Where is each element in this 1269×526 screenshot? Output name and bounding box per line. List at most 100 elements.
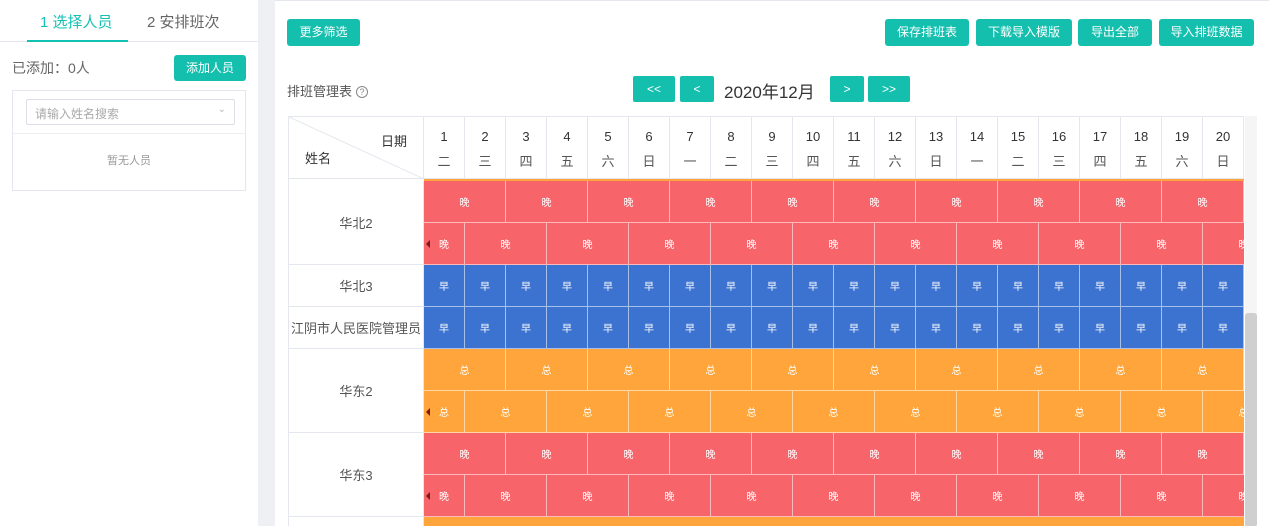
shift-cell[interactable]: 早	[670, 265, 711, 307]
shift-cell[interactable]: 晚	[629, 223, 711, 265]
prev-month-button[interactable]: <	[680, 76, 714, 102]
shift-cell[interactable]: 晚	[1203, 223, 1244, 265]
name-search-input[interactable]: 请输入姓名搜索 ⌄	[26, 99, 235, 125]
shift-cell[interactable]: 早	[588, 265, 629, 307]
shift-cell[interactable]: 总	[588, 349, 670, 391]
shift-cell[interactable]: 早	[1162, 265, 1203, 307]
shift-cell[interactable]: 早	[875, 307, 916, 349]
shift-cell[interactable]: 晚	[1039, 223, 1121, 265]
help-icon[interactable]: ?	[356, 86, 369, 98]
shift-cell[interactable]: 早	[506, 307, 547, 349]
day-header[interactable]: 9三	[752, 117, 793, 179]
shift-cell[interactable]: 晚	[1121, 223, 1203, 265]
day-header[interactable]: 4五	[547, 117, 588, 179]
shift-cell[interactable]: 早	[629, 265, 670, 307]
shift-cell[interactable]: 早	[1080, 265, 1121, 307]
shift-cell[interactable]: 晚	[834, 181, 916, 223]
shift-cell[interactable]: 早	[711, 307, 752, 349]
scrollbar-thumb[interactable]	[1245, 313, 1257, 526]
day-header[interactable]: 11 五	[834, 117, 875, 179]
shift-cell[interactable]: 早	[465, 265, 506, 307]
day-header[interactable]: 16 三	[1039, 117, 1080, 179]
shift-cell[interactable]: 总	[424, 349, 506, 391]
shift-cell[interactable]: 晚	[916, 181, 998, 223]
shift-cell[interactable]: 总	[1162, 349, 1244, 391]
shift-cell[interactable]	[424, 517, 1244, 526]
shift-cell[interactable]: 总	[793, 391, 875, 433]
shift-cell[interactable]: 早	[916, 307, 957, 349]
day-header[interactable]: 1二	[424, 117, 465, 179]
shift-cell[interactable]: 晚	[752, 181, 834, 223]
shift-cell[interactable]: 晚	[465, 223, 547, 265]
shift-cell[interactable]: 早	[1121, 265, 1162, 307]
shift-cell[interactable]: 晚	[547, 223, 629, 265]
shift-cell[interactable]: 晚	[1162, 433, 1244, 475]
day-header[interactable]: 6日	[629, 117, 670, 179]
shift-cell[interactable]: 总	[1121, 391, 1203, 433]
shift-cell[interactable]: 晚	[424, 223, 465, 265]
shift-cell[interactable]: 晚	[1080, 181, 1162, 223]
shift-cell[interactable]: 晚	[506, 181, 588, 223]
shift-cell[interactable]: 早	[998, 265, 1039, 307]
shift-cell[interactable]: 晚	[424, 475, 465, 517]
shift-cell[interactable]: 早	[957, 307, 998, 349]
shift-cell[interactable]: 总	[1203, 391, 1244, 433]
shift-cell[interactable]: 早	[752, 265, 793, 307]
shift-cell[interactable]: 总	[916, 349, 998, 391]
day-header[interactable]: 7一	[670, 117, 711, 179]
shift-cell[interactable]: 总	[1039, 391, 1121, 433]
day-header[interactable]: 8二	[711, 117, 752, 179]
employee-name-cell[interactable]: 华东3	[289, 433, 424, 517]
shift-cell[interactable]: 早	[957, 265, 998, 307]
shift-cell[interactable]: 总	[875, 391, 957, 433]
day-header[interactable]: 19 六	[1162, 117, 1203, 179]
shift-cell[interactable]: 晚	[629, 475, 711, 517]
shift-cell[interactable]: 总	[547, 391, 629, 433]
day-header[interactable]: 13 日	[916, 117, 957, 179]
shift-cell[interactable]: 早	[711, 265, 752, 307]
import-schedule-button[interactable]: 导入排班数据	[1159, 19, 1254, 46]
shift-cell[interactable]: 晚	[875, 223, 957, 265]
save-schedule-button[interactable]: 保存排班表	[885, 19, 969, 46]
shift-cell[interactable]: 早	[547, 265, 588, 307]
shift-cell[interactable]: 晚	[711, 223, 793, 265]
shift-cell[interactable]: 晚	[670, 181, 752, 223]
shift-cell[interactable]: 早	[629, 307, 670, 349]
shift-cell[interactable]: 晚	[957, 475, 1039, 517]
shift-cell[interactable]: 晚	[1080, 433, 1162, 475]
shift-cell[interactable]: 晚	[670, 433, 752, 475]
shift-cell[interactable]: 晚	[711, 475, 793, 517]
shift-cell[interactable]: 早	[1039, 265, 1080, 307]
shift-cell[interactable]: 晚	[834, 433, 916, 475]
day-header[interactable]: 12 六	[875, 117, 916, 179]
shift-cell[interactable]: 总	[998, 349, 1080, 391]
shift-cell[interactable]: 早	[834, 307, 875, 349]
shift-cell[interactable]: 早	[424, 307, 465, 349]
shift-cell[interactable]: 晚	[916, 433, 998, 475]
shift-cell[interactable]: 晚	[588, 433, 670, 475]
shift-cell[interactable]: 早	[998, 307, 1039, 349]
shift-cell[interactable]: 晚	[957, 223, 1039, 265]
shift-cell[interactable]: 晚	[1121, 475, 1203, 517]
shift-cell[interactable]: 早	[588, 307, 629, 349]
shift-cell[interactable]: 总	[424, 391, 465, 433]
shift-cell[interactable]: 晚	[875, 475, 957, 517]
day-header[interactable]: 17 四	[1080, 117, 1121, 179]
day-header[interactable]: 2三	[465, 117, 506, 179]
next-month-button[interactable]: >	[830, 76, 864, 102]
shift-cell[interactable]: 晚	[465, 475, 547, 517]
shift-cell[interactable]: 早	[1203, 265, 1244, 307]
shift-cell[interactable]: 晚	[752, 433, 834, 475]
shift-cell[interactable]: 早	[506, 265, 547, 307]
shift-cell[interactable]: 晚	[424, 181, 506, 223]
shift-cell[interactable]: 总	[834, 349, 916, 391]
shift-cell[interactable]: 早	[670, 307, 711, 349]
day-header[interactable]: 20 日	[1203, 117, 1244, 179]
shift-cell[interactable]: 早	[875, 265, 916, 307]
shift-cell[interactable]: 早	[1121, 307, 1162, 349]
shift-cell[interactable]: 早	[793, 307, 834, 349]
shift-cell[interactable]: 总	[506, 349, 588, 391]
day-header[interactable]: 3四	[506, 117, 547, 179]
shift-cell[interactable]: 晚	[1203, 475, 1244, 517]
shift-cell[interactable]: 早	[1203, 307, 1244, 349]
